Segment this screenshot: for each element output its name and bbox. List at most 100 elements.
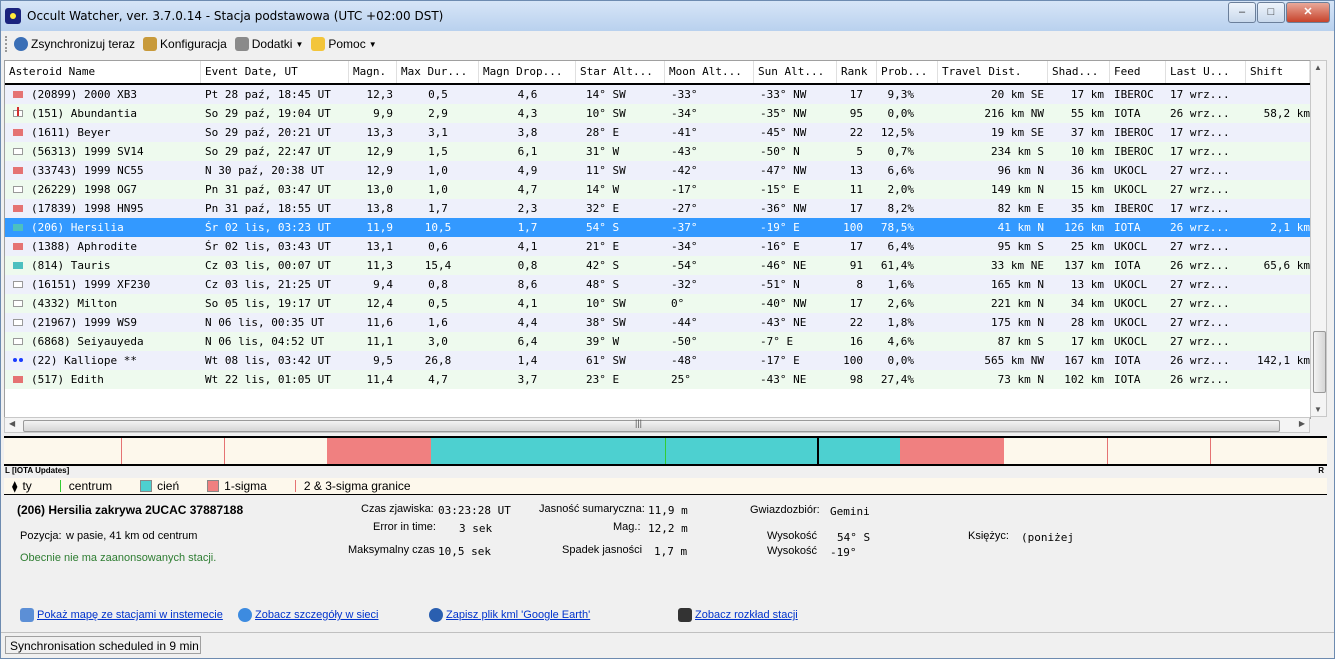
scroll-up-icon[interactable]: ▲	[1314, 63, 1322, 72]
table-row[interactable]: (17839) 1998 HN95 Pn 31 paź, 18:55 UT 13,8…	[5, 199, 1310, 218]
help-menu[interactable]: Pomoc ▼	[311, 37, 377, 51]
column-header-shad[interactable]: Shad...	[1048, 61, 1110, 83]
column-header-shift[interactable]: Shift	[1246, 61, 1310, 83]
web-details-link[interactable]: Zobacz szczegóły w sieci	[238, 608, 379, 622]
maxtime-label: Maksymalny czas	[348, 544, 435, 556]
table-row[interactable]: (151) Abundantia So 29 paź, 19:04 UT 9,9 2,…	[5, 104, 1310, 123]
cell-dur: 0,5	[428, 88, 448, 101]
save-kml-link[interactable]: Zapisz plik kml 'Google Earth'	[429, 608, 590, 622]
column-header-prob[interactable]: Prob...	[877, 61, 938, 83]
maxtime-value: 10,5 sek	[438, 545, 491, 558]
mag-label: Mag.:	[613, 521, 641, 533]
cell-name: (517) Edith	[31, 373, 104, 386]
column-header-moon[interactable]: Moon Alt...	[665, 61, 754, 83]
cell-moon: -34°	[671, 107, 698, 120]
column-header-dur[interactable]: Max Dur...	[397, 61, 479, 83]
column-header-feed[interactable]: Feed	[1110, 61, 1166, 83]
scroll-left-icon[interactable]: ◀	[9, 419, 15, 428]
cell-date: So 29 paź, 20:21 UT	[205, 126, 331, 139]
column-header-last[interactable]: Last U...	[1166, 61, 1246, 83]
addons-menu[interactable]: Dodatki ▼	[234, 37, 303, 51]
web-details-label: Zobacz szczegóły w sieci	[255, 609, 379, 621]
main-window: Occult Watcher, ver. 3.7.0.14 - Stacja p…	[0, 0, 1335, 659]
table-row[interactable]: (4332) Milton So 05 lis, 19:17 UT 12,4 0,5 4…	[5, 294, 1310, 313]
cell-prob: 12,5%	[880, 126, 914, 139]
table-row[interactable]: (206) Hersilia Śr 02 lis, 03:23 UT 11,9 10,…	[5, 218, 1310, 237]
cell-last: 27 wrz...	[1170, 183, 1230, 196]
table-row[interactable]: (21967) 1999 WS9 N 06 lis, 00:35 UT 11,6 1,…	[5, 313, 1310, 332]
cell-last: 17 wrz...	[1170, 126, 1230, 139]
legend-center-label: centrum	[68, 479, 113, 493]
cell-shift	[1246, 294, 1310, 313]
close-button[interactable]: ✕	[1286, 2, 1330, 23]
cell-moon: -54°	[671, 259, 698, 272]
cell-moon: -32°	[671, 278, 698, 291]
table-row[interactable]: (1611) Beyer So 29 paź, 20:21 UT 13,3 3,1 3,…	[5, 123, 1310, 142]
cell-star: 42° S	[586, 259, 620, 272]
title-bar[interactable]: Occult Watcher, ver. 3.7.0.14 - Stacja p…	[1, 1, 1334, 31]
vertical-scrollbar[interactable]: ▲ ▼	[1310, 60, 1327, 417]
table-row[interactable]: (16151) 1999 XF230 Cz 03 lis, 21:25 UT 9,4…	[5, 275, 1310, 294]
cell-shift	[1246, 85, 1310, 104]
cell-moon: -41°	[671, 126, 698, 139]
status-text: Synchronisation scheduled in 9 min	[5, 636, 201, 654]
cell-drop: 1,7	[517, 221, 538, 234]
cell-name: (16151) 1999 XF230	[31, 278, 151, 291]
minimize-button[interactable]: –	[1228, 2, 1256, 23]
sync-button[interactable]: Zsynchronizuj teraz	[14, 37, 135, 51]
cell-travel: 221 km N	[991, 297, 1044, 310]
config-button[interactable]: Konfiguracja	[143, 37, 227, 51]
station-layout-link[interactable]: Zobacz rozkład stacji	[678, 608, 798, 622]
table-row[interactable]: (20899) 2000 XB3 Pt 28 paź, 18:45 UT 12,3 0…	[5, 85, 1310, 104]
table-row[interactable]: (517) Edith Wt 22 lis, 01:05 UT 11,4 4,7 3,7…	[5, 370, 1310, 389]
horizontal-scrollbar[interactable]: ◀ ||| ▶	[4, 417, 1310, 433]
column-header-sun[interactable]: Sun Alt...	[754, 61, 837, 83]
cell-last: 27 wrz...	[1170, 240, 1230, 253]
table-row[interactable]: (814) Tauris Cz 03 lis, 00:07 UT 11,3 15,4 0…	[5, 256, 1310, 275]
scroll-down-icon[interactable]: ▼	[1314, 405, 1322, 414]
cell-sun: -43° NE	[760, 316, 807, 329]
column-header-rank[interactable]: Rank	[837, 61, 877, 83]
cell-dur: 0,6	[428, 240, 448, 253]
horizontal-scroll-thumb[interactable]	[23, 420, 1280, 432]
error-value: 3 sek	[459, 522, 493, 535]
cell-last: 26 wrz...	[1170, 107, 1230, 120]
table-row[interactable]: (26229) 1998 OG7 Pn 31 paź, 03:47 UT 13,0 1…	[5, 180, 1310, 199]
cell-date: Cz 03 lis, 21:25 UT	[205, 278, 331, 291]
cell-drop: 3,8	[517, 126, 538, 139]
no-stations-text: Obecnie nie ma zaanonsowanych stacji.	[20, 552, 217, 564]
cell-shift	[1246, 142, 1310, 161]
table-row[interactable]: (33743) 1999 NC55 N 30 paź, 20:38 UT 12,9 1…	[5, 161, 1310, 180]
band-you-marker	[817, 438, 819, 464]
cell-shad: 37 km	[1070, 126, 1104, 139]
cell-prob: 61,4%	[880, 259, 914, 272]
column-header-magn[interactable]: Magn.	[349, 61, 397, 83]
station-layout-label: Zobacz rozkład stacji	[695, 609, 798, 621]
table-row[interactable]: (6868) Seiyauyeda N 06 lis, 04:52 UT 11,1 3…	[5, 332, 1310, 351]
column-header-star[interactable]: Star Alt...	[576, 61, 665, 83]
column-header-drop[interactable]: Magn Drop...	[479, 61, 576, 83]
cell-name: (4332) Milton	[31, 297, 118, 310]
stations-icon	[678, 608, 692, 622]
cell-prob: 1,8%	[887, 316, 915, 329]
cell-shad: 28 km	[1070, 316, 1104, 329]
maximize-button[interactable]: □	[1257, 2, 1285, 23]
column-header-travel[interactable]: Travel Dist.	[938, 61, 1048, 83]
table-row[interactable]: (56313) 1999 SV14 So 29 paź, 22:47 UT 12,9…	[5, 142, 1310, 161]
column-header-name[interactable]: Asteroid Name	[5, 61, 201, 83]
table-row[interactable]: (1388) Aphrodite Śr 02 lis, 03:43 UT 13,1 0…	[5, 237, 1310, 256]
cell-last: 26 wrz...	[1170, 373, 1230, 386]
cell-date: Wt 22 lis, 01:05 UT	[205, 373, 331, 386]
cell-sun: -15° E	[760, 183, 800, 196]
table-row[interactable]: (22) Kalliope ** Wt 08 lis, 03:42 UT 9,5 26…	[5, 351, 1310, 370]
cell-magn: 9,9	[373, 107, 393, 120]
scroll-right-icon[interactable]: ▶	[1299, 419, 1305, 428]
vertical-scroll-thumb[interactable]	[1313, 331, 1326, 393]
cell-prob: 27,4%	[880, 373, 914, 386]
cell-shad: 17 km	[1070, 335, 1104, 348]
sun-altitude-label: Wysokość	[767, 545, 818, 557]
toolbar-grip[interactable]	[5, 36, 10, 52]
band-tick	[121, 438, 122, 464]
column-header-date[interactable]: Event Date, UT	[201, 61, 349, 83]
show-map-link[interactable]: Pokaż mapę ze stacjami w instemecie	[20, 608, 223, 622]
